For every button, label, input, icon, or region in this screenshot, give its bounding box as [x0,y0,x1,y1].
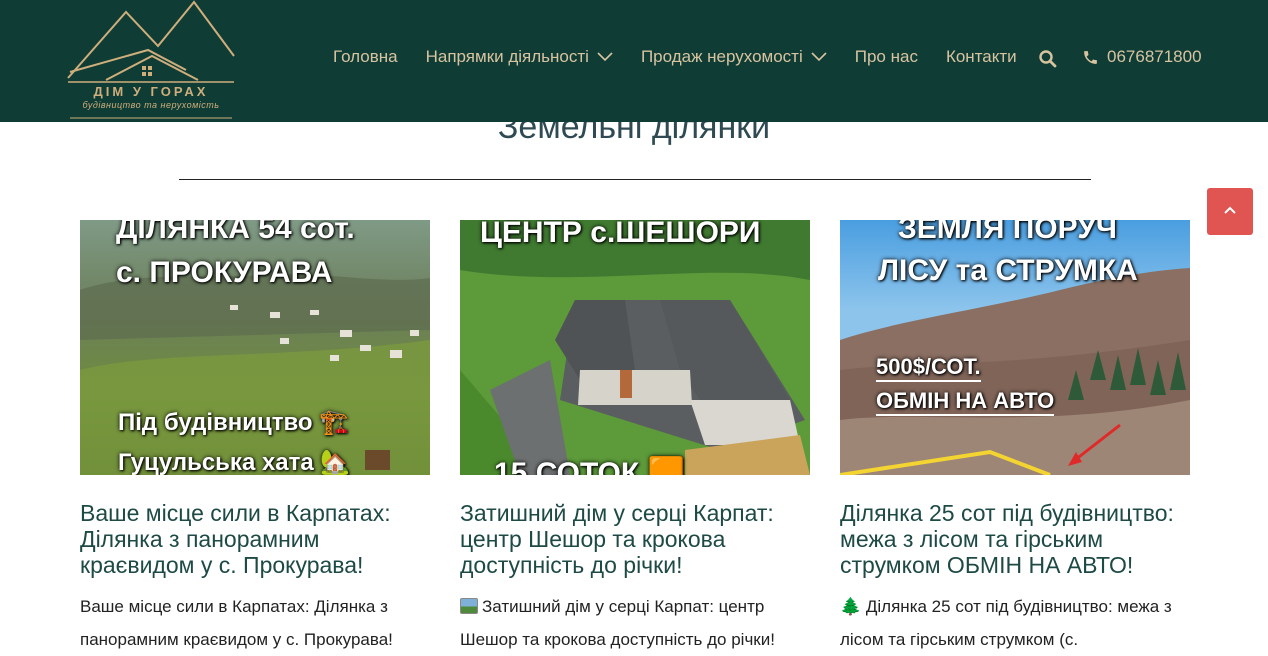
listing-title-link[interactable]: Затишний дім у серці Карпат: центр Шешор… [460,500,810,578]
scroll-to-top-button[interactable] [1207,188,1253,235]
nav-item-label: Напрямки діяльності [425,47,589,66]
chevron-down-icon [597,52,613,62]
logo-underline [70,117,232,119]
listing-excerpt: Затишний дім у серці Карпат: центр Шешор… [460,590,810,656]
nav-item-about[interactable]: Про нас [855,47,918,67]
nav-item-label: Про нас [854,47,918,66]
logo-subtitle: будівництво та нерухомість [82,100,220,110]
listing-excerpt: 🌲 Ділянка 25 сот під будівництво: межа з… [840,597,1172,649]
nav-item-real-estate[interactable]: Продаж нерухомості [641,47,827,67]
phone-link[interactable]: 0676871800 [1082,47,1202,67]
nav-item-activities[interactable]: Напрямки діяльності [426,47,613,67]
listing-excerpt-text: Затишний дім у серці Карпат: центр Шешор… [460,597,775,649]
phone-icon [1084,50,1097,64]
listing-card: ЗЕМЛЯ ПОРУЧ ЛІСУ та СТРУМКА 500$/СОТ. ОБ… [840,220,1190,656]
image-overlay-text: ЛІСУ та СТРУМКА [878,254,1138,287]
main-nav: Головна Напрямки діяльності Продаж нерух… [333,47,1045,67]
nav-item-home[interactable]: Головна [333,47,398,67]
image-overlay-text: ЦЕНТР с.ШЕШОРИ [480,220,761,249]
listing-image[interactable]: ДІЛЯНКА 54 сот. с. ПРОКУРАВА Під будівни… [80,220,430,475]
search-icon [1039,50,1057,68]
image-overlay-text: 500$/СОТ. [876,354,981,382]
nav-item-label: Головна [333,47,398,66]
image-overlay-text: ДІЛЯНКА 54 сот. [116,220,355,245]
nav-item-label: Продаж нерухомості [640,47,803,66]
nav-item-label: Контакти [945,47,1017,66]
search-button[interactable] [1038,49,1058,69]
listing-excerpt: Ваше місце сили в Карпатах: Ділянка з па… [80,597,393,649]
picture-emoji-icon [460,598,478,614]
image-overlay-text: Під будівництво 🏗️ [118,409,350,436]
chevron-down-icon [811,52,827,62]
phone-number: 0676871800 [1107,47,1202,66]
house-aerial-image [460,220,810,475]
image-overlay-text: с. ПРОКУРАВА [116,256,333,289]
site-header: ДІМ У ГОРАХ будівництво та нерухомість Г… [0,0,1268,122]
listing-title-link[interactable]: Ваше місце сили в Карпатах: Ділянка з па… [80,500,430,578]
image-overlay-text: ОБМІН НА АВТО [876,388,1055,416]
listing-image[interactable]: ЦЕНТР с.ШЕШОРИ 15 СОТОК 🟧 [460,220,810,475]
site-logo[interactable]: ДІМ У ГОРАХ будівництво та нерухомість [66,0,236,120]
mountains-logo-icon [67,0,235,83]
logo-title: ДІМ У ГОРАХ [93,84,209,99]
listing-title-link[interactable]: Ділянка 25 сот під будівництво: межа з л… [840,500,1190,578]
image-overlay-text: Гуцульська хата 🏡 [118,449,351,475]
nav-item-contacts[interactable]: Контакти [946,47,1017,67]
image-overlay-text: ЗЕМЛЯ ПОРУЧ [898,220,1117,245]
listing-image[interactable]: ЗЕМЛЯ ПОРУЧ ЛІСУ та СТРУМКА 500$/СОТ. ОБ… [840,220,1190,475]
section-divider [179,179,1091,180]
chevron-up-icon [1224,206,1236,214]
listing-card: ДІЛЯНКА 54 сот. с. ПРОКУРАВА Під будівни… [80,220,430,656]
listing-card: ЦЕНТР с.ШЕШОРИ 15 СОТОК 🟧 Затишний дім у… [460,220,810,656]
image-overlay-text: 15 СОТОК 🟧 [494,457,685,475]
